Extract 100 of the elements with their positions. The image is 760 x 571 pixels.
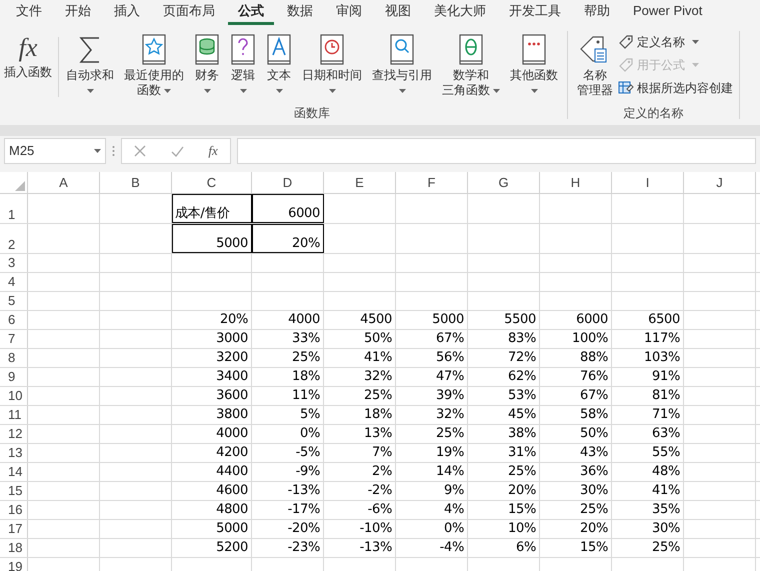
table-cell: -6% [324, 501, 396, 519]
row-header[interactable]: 9 [0, 368, 28, 386]
table-cell: 15% [468, 501, 540, 519]
menu-tab[interactable]: 页面布局 [153, 0, 225, 25]
row-header[interactable]: 4 [0, 273, 28, 291]
row-header[interactable]: 7 [0, 330, 28, 348]
table-cell: 41% [324, 349, 396, 367]
row-header[interactable]: 3 [0, 254, 28, 272]
column-header[interactable]: D [252, 172, 324, 193]
caret-icon [94, 149, 101, 153]
column-header[interactable]: J [684, 172, 756, 193]
table-cell: 3200 [172, 349, 252, 367]
column-header[interactable]: I [612, 172, 684, 193]
ribbon-button[interactable]: 文本 [263, 25, 295, 104]
table-cell: -2% [324, 482, 396, 500]
question-book-icon [230, 34, 256, 66]
table-cell: 4% [396, 501, 468, 519]
table-cell: -20% [252, 520, 324, 538]
menu-tab[interactable]: 视图 [375, 0, 421, 25]
table-cell: 4000 [172, 425, 252, 443]
table-cell: 55% [612, 444, 684, 462]
table-cell: 103% [612, 349, 684, 367]
column-header[interactable]: C [172, 172, 252, 193]
caret-icon [164, 88, 171, 92]
row-header[interactable]: 2 [0, 224, 28, 253]
ribbon-button[interactable]: 财务 [191, 25, 223, 104]
menu-tab[interactable]: 美化大师 [424, 0, 496, 25]
table-cell: 25% [396, 425, 468, 443]
row-header[interactable]: 8 [0, 349, 28, 367]
row-header[interactable]: 13 [0, 444, 28, 462]
column-header[interactable]: G [468, 172, 540, 193]
ribbon-button[interactable]: 最近使用的 函数 [121, 25, 187, 104]
menu-tab[interactable]: 数据 [277, 0, 323, 25]
name-box[interactable]: M25 [4, 138, 106, 164]
table-cell: 4400 [172, 463, 252, 481]
menu-tab[interactable]: 帮助 [574, 0, 620, 25]
table-cell: 15% [540, 539, 612, 557]
menu-tab[interactable]: 审阅 [326, 0, 372, 25]
table-cell: 5% [252, 406, 324, 424]
row-header[interactable]: 17 [0, 520, 28, 538]
row-header[interactable]: 11 [0, 406, 28, 424]
row-header[interactable]: 18 [0, 539, 28, 557]
clock-book-icon [319, 34, 345, 66]
table-cell: 47% [396, 368, 468, 386]
menu-tab[interactable]: 插入 [104, 0, 150, 25]
caret-icon [692, 40, 699, 44]
table-cell: 5200 [172, 539, 252, 557]
table-cell: 91% [612, 368, 684, 386]
formula-input[interactable] [237, 138, 756, 164]
table-cell: 6000 [540, 311, 612, 329]
check-icon[interactable] [170, 146, 184, 156]
table-cell: 62% [468, 368, 540, 386]
table-cell: 0% [396, 520, 468, 538]
table-cell: 3000 [172, 330, 252, 348]
ribbon-small-button[interactable]: 根据所选内容创建 [618, 77, 733, 98]
caret-icon [240, 88, 246, 92]
insert-function-button[interactable]: fx [208, 141, 218, 161]
ribbon-small-button[interactable]: 定义名称 [618, 31, 733, 52]
menu-tab[interactable]: Power Pivot [623, 0, 712, 25]
table-cell: 6% [468, 539, 540, 557]
table-cell: 20% [252, 224, 324, 253]
table-cell: 13% [324, 425, 396, 443]
row-header[interactable]: 5 [0, 292, 28, 310]
group-label: 函数库 [293, 105, 331, 122]
column-header[interactable]: B [100, 172, 172, 193]
cancel-icon[interactable] [134, 145, 146, 157]
row-header[interactable]: 1 [0, 194, 28, 223]
ribbon-button[interactable]: 查找与引用 [369, 25, 435, 104]
row-header[interactable]: 12 [0, 425, 28, 443]
ribbon-button[interactable]: 名称 管理器 [574, 25, 616, 104]
ribbon-button[interactable]: 日期和时间 [299, 25, 365, 104]
table-cell: -17% [252, 501, 324, 519]
grip-icon [112, 145, 115, 157]
row-header[interactable]: 15 [0, 482, 28, 500]
table-cell: 5000 [396, 311, 468, 329]
caret-icon [493, 88, 500, 92]
select-all-icon[interactable] [15, 181, 25, 191]
caret-icon [276, 88, 282, 92]
row-header[interactable]: 14 [0, 463, 28, 481]
column-header[interactable]: F [396, 172, 468, 193]
row-header[interactable]: 10 [0, 387, 28, 405]
ribbon-button[interactable]: 数学和 三角函数 [439, 25, 503, 104]
column-header[interactable]: H [540, 172, 612, 193]
column-header[interactable]: E [324, 172, 396, 193]
table-cell: 71% [612, 406, 684, 424]
menu-tab[interactable]: 开发工具 [499, 0, 571, 25]
table-cell: 32% [396, 406, 468, 424]
row-header[interactable]: 6 [0, 311, 28, 329]
table-cell: 36% [540, 463, 612, 481]
row-header[interactable]: 19 [0, 558, 28, 571]
ribbon-button[interactable]: 其他函数 [507, 25, 561, 104]
ribbon-button[interactable]: 自动求和 [63, 25, 117, 104]
menu-tab[interactable]: 开始 [55, 0, 101, 25]
insert-function-button[interactable]: fx 插入函数 [4, 25, 52, 80]
column-header[interactable]: A [28, 172, 100, 193]
menu-tab[interactable]: 文件 [6, 0, 52, 25]
row-header[interactable]: 16 [0, 501, 28, 519]
table-cell: 3400 [172, 368, 252, 386]
table-cell: 6500 [612, 311, 684, 329]
ribbon-button[interactable]: 逻辑 [227, 25, 259, 104]
